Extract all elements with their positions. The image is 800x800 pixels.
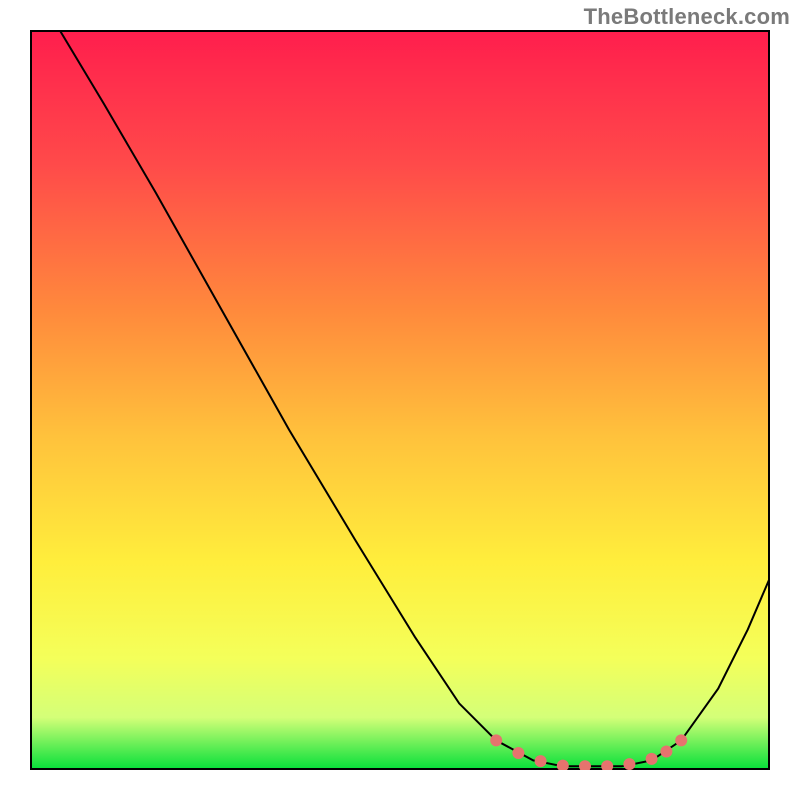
watermark: TheBottleneck.com bbox=[584, 4, 790, 30]
highlight-dot bbox=[535, 755, 547, 767]
chart-svg bbox=[30, 30, 770, 770]
highlight-dot bbox=[512, 747, 524, 759]
highlight-dot bbox=[675, 734, 687, 746]
highlight-dot bbox=[490, 734, 502, 746]
highlight-dot bbox=[646, 753, 658, 765]
chart-background bbox=[31, 31, 769, 769]
highlight-dot bbox=[660, 746, 672, 758]
highlight-dot bbox=[623, 758, 635, 770]
chart-plot bbox=[30, 30, 770, 770]
